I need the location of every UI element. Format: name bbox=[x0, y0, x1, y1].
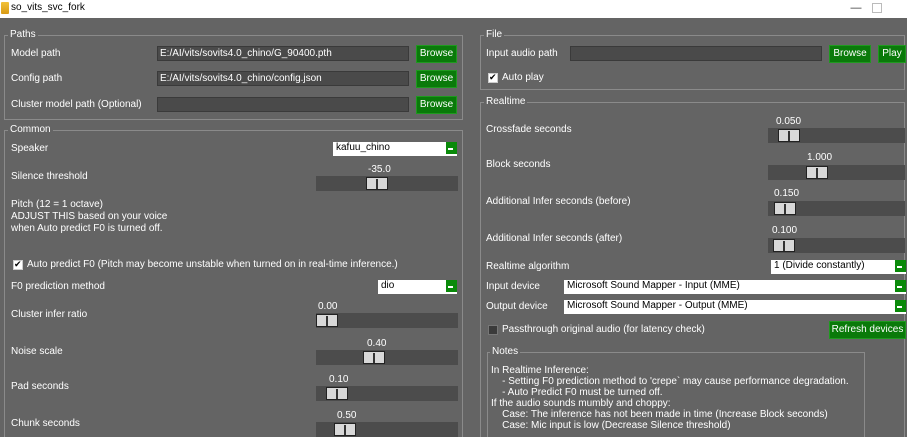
cluster-model-path-browse-button[interactable]: Browse bbox=[416, 96, 457, 114]
cluster-infer-ratio-label: Cluster infer ratio bbox=[11, 309, 88, 320]
realtime-frame-title: Realtime bbox=[484, 96, 528, 107]
cluster-model-path-label: Cluster model path (Optional) bbox=[11, 99, 142, 110]
pitch-label-line3: when Auto predict F0 is turned off. bbox=[11, 223, 163, 234]
pad-seconds-label: Pad seconds bbox=[11, 381, 69, 392]
noise-scale-label: Noise scale bbox=[11, 346, 63, 357]
slider-handle[interactable] bbox=[316, 314, 338, 327]
chevron-down-icon[interactable] bbox=[895, 300, 906, 312]
refresh-devices-button[interactable]: Refresh devices bbox=[829, 321, 906, 339]
chunk-seconds-value: 0.50 bbox=[337, 410, 357, 421]
window-title: so_vits_svc_fork bbox=[11, 2, 85, 13]
block-seconds-slider[interactable] bbox=[768, 165, 905, 180]
output-device-select-value: Microsoft Sound Mapper - Output (MME) bbox=[567, 300, 748, 311]
slider-handle[interactable] bbox=[774, 202, 796, 215]
title-bar: so_vits_svc_fork — bbox=[0, 0, 907, 18]
auto-predict-f0-label: Auto predict F0 (Pitch may become unstab… bbox=[27, 259, 398, 270]
slider-handle[interactable] bbox=[363, 351, 385, 364]
model-path-input[interactable]: E:/AI/vits/sovits4.0_chino/G_90400.pth bbox=[157, 46, 409, 61]
notes-line: Case: Mic input is low (Decrease Silence… bbox=[491, 420, 731, 431]
block-seconds-label: Block seconds bbox=[486, 159, 551, 170]
f0-method-select-value: dio bbox=[381, 280, 395, 291]
config-path-input[interactable]: E:/AI/vits/sovits4.0_chino/config.json bbox=[157, 71, 409, 86]
passthrough-checkbox[interactable] bbox=[488, 325, 498, 335]
config-path-label: Config path bbox=[11, 73, 63, 84]
noise-scale-value: 0.40 bbox=[367, 338, 387, 349]
input-device-label: Input device bbox=[486, 281, 540, 292]
input-device-select[interactable]: Microsoft Sound Mapper - Input (MME) bbox=[564, 280, 906, 294]
infer-after-label: Additional Infer seconds (after) bbox=[486, 233, 623, 244]
infer-before-label: Additional Infer seconds (before) bbox=[486, 196, 631, 207]
maximize-icon[interactable] bbox=[872, 3, 882, 13]
speaker-label: Speaker bbox=[11, 143, 49, 154]
silence-threshold-slider[interactable] bbox=[316, 176, 458, 191]
slider-handle[interactable] bbox=[366, 177, 388, 190]
speaker-select[interactable]: kafuu_chino bbox=[333, 142, 457, 156]
realtime-algorithm-select-value: 1 (Divide constantly) bbox=[774, 260, 865, 271]
silence-threshold-label: Silence threshold bbox=[11, 171, 88, 182]
chevron-down-icon[interactable] bbox=[446, 142, 457, 154]
chevron-down-icon[interactable] bbox=[895, 280, 906, 292]
slider-handle[interactable] bbox=[334, 423, 356, 436]
auto-play-checkbox[interactable] bbox=[488, 72, 498, 83]
pitch-label-line1: Pitch (12 = 1 octave) bbox=[11, 199, 103, 210]
realtime-algorithm-label: Realtime algorithm bbox=[486, 261, 570, 272]
f0-method-label: F0 prediction method bbox=[11, 281, 105, 292]
model-path-label: Model path bbox=[11, 48, 61, 59]
slider-handle[interactable] bbox=[773, 239, 795, 252]
crossfade-seconds-value: 0.050 bbox=[776, 116, 802, 127]
input-audio-path-input[interactable] bbox=[570, 46, 822, 61]
noise-scale-slider[interactable] bbox=[316, 350, 458, 365]
slider-handle[interactable] bbox=[806, 166, 828, 179]
auto-predict-f0-checkbox[interactable] bbox=[13, 259, 23, 270]
notes-frame-title: Notes bbox=[490, 346, 521, 357]
paths-frame-title: Paths bbox=[8, 29, 38, 40]
chevron-down-icon[interactable] bbox=[895, 260, 906, 272]
chunk-seconds-slider[interactable] bbox=[316, 422, 458, 437]
pad-seconds-value: 0.10 bbox=[329, 374, 349, 385]
minimize-icon[interactable]: — bbox=[848, 2, 864, 16]
realtime-algorithm-select[interactable]: 1 (Divide constantly) bbox=[771, 260, 906, 274]
pad-seconds-slider[interactable] bbox=[316, 386, 458, 401]
config-path-browse-button[interactable]: Browse bbox=[416, 70, 457, 88]
input-audio-browse-button[interactable]: Browse bbox=[829, 45, 871, 63]
model-path-browse-button[interactable]: Browse bbox=[416, 45, 457, 63]
output-device-label: Output device bbox=[486, 301, 548, 312]
cluster-infer-ratio-slider[interactable] bbox=[316, 313, 458, 328]
speaker-select-value: kafuu_chino bbox=[336, 142, 390, 153]
block-seconds-value: 1.000 bbox=[807, 152, 833, 163]
slider-handle[interactable] bbox=[778, 129, 800, 142]
f0-method-select[interactable]: dio bbox=[378, 280, 457, 294]
input-audio-path-label: Input audio path bbox=[486, 48, 558, 59]
crossfade-seconds-slider[interactable] bbox=[768, 128, 905, 143]
infer-after-value: 0.100 bbox=[772, 225, 798, 236]
chunk-seconds-label: Chunk seconds bbox=[11, 418, 80, 429]
app-icon bbox=[1, 2, 9, 14]
passthrough-label: Passthrough original audio (for latency … bbox=[502, 324, 705, 335]
cluster-infer-ratio-value: 0.00 bbox=[318, 301, 338, 312]
cluster-model-path-input[interactable] bbox=[157, 97, 409, 112]
input-device-select-value: Microsoft Sound Mapper - Input (MME) bbox=[567, 280, 740, 291]
chevron-down-icon[interactable] bbox=[446, 280, 457, 292]
auto-play-label: Auto play bbox=[502, 72, 544, 83]
file-frame-title: File bbox=[484, 29, 505, 40]
pitch-label-line2: ADJUST THIS based on your voice bbox=[11, 211, 168, 222]
crossfade-seconds-label: Crossfade seconds bbox=[486, 124, 572, 135]
slider-handle[interactable] bbox=[326, 387, 348, 400]
infer-before-value: 0.150 bbox=[774, 188, 800, 199]
infer-before-slider[interactable] bbox=[768, 201, 905, 216]
infer-after-slider[interactable] bbox=[768, 238, 905, 253]
silence-threshold-value: -35.0 bbox=[368, 164, 391, 175]
play-button[interactable]: Play bbox=[878, 45, 906, 63]
output-device-select[interactable]: Microsoft Sound Mapper - Output (MME) bbox=[564, 300, 906, 314]
common-frame-title: Common bbox=[8, 124, 53, 135]
